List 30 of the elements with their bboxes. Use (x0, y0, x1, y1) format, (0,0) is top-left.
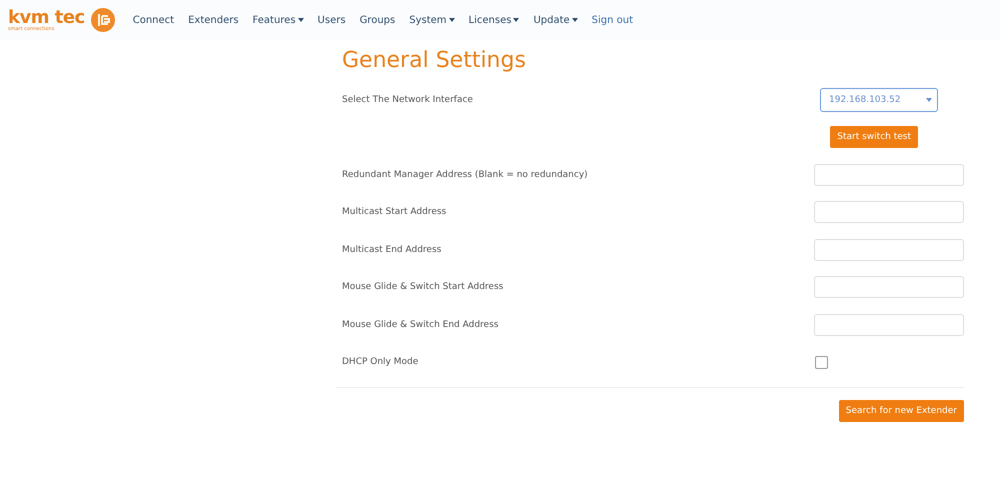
input-field[interactable] (814, 314, 964, 336)
caret-icon (572, 18, 578, 22)
nav-link[interactable]: Extenders (188, 14, 239, 26)
input-field[interactable] (814, 164, 964, 186)
nav-link[interactable]: System (409, 14, 455, 26)
nav-link[interactable]: Groups (360, 14, 396, 26)
caret-icon (298, 18, 304, 22)
field-label: DHCP Only Mode (342, 357, 418, 368)
brand-name: kvm tec (8, 8, 85, 26)
field-label: Select The Network Interface (342, 94, 473, 105)
nav-link[interactable]: Users (318, 14, 346, 26)
input-field[interactable] (814, 201, 964, 224)
nav-link[interactable]: Licenses (468, 14, 520, 26)
nav-link[interactable]: Update (533, 14, 578, 26)
logo-icon (90, 8, 115, 32)
caret-icon (926, 98, 932, 102)
field-label: Redundant Manager Address (Blank = no redundancy) (342, 170, 588, 180)
nav-link[interactable]: Features (252, 14, 304, 26)
field-label: Multicast End Address (342, 244, 442, 255)
nav-link[interactable]: Connect (132, 14, 174, 26)
input-field[interactable] (814, 276, 964, 298)
field-label: Mouse Glide & Switch Start Address (342, 282, 504, 292)
field-label: Mouse Glide & Switch End Address (342, 320, 498, 330)
caret-icon (448, 18, 455, 22)
checkbox[interactable] (815, 356, 828, 369)
input-field[interactable] (814, 238, 964, 261)
nav-link[interactable]: Sign out (592, 14, 634, 26)
field-label: Multicast Start Address (342, 207, 446, 218)
page-title: General Settings (342, 48, 527, 73)
caret-icon (513, 18, 520, 22)
